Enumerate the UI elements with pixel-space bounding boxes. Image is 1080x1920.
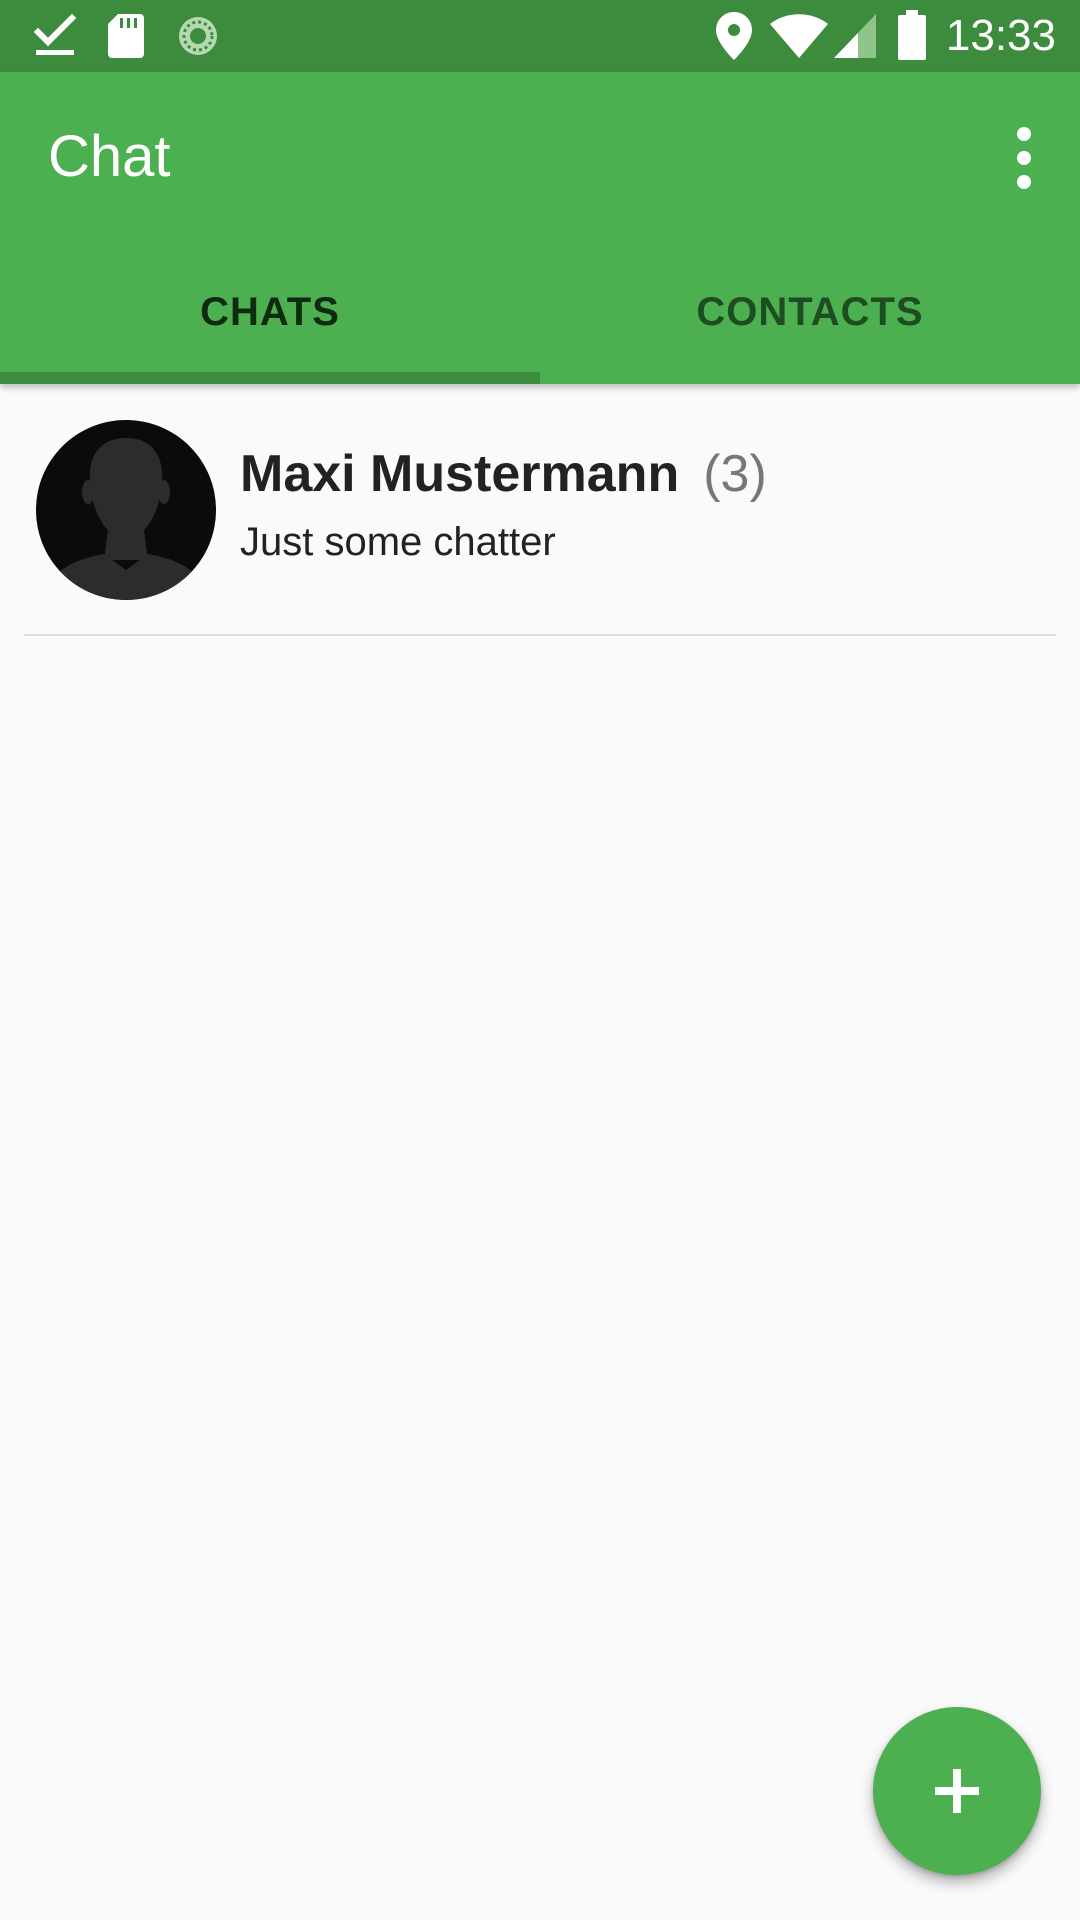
wifi-icon (770, 14, 828, 58)
more-vert-icon (1017, 127, 1031, 189)
screen: 13:33 Chat CHATS CONTACTS Maxi Musterman… (0, 0, 1080, 1920)
location-icon (716, 12, 752, 60)
unread-count: (3) (703, 445, 767, 503)
status-bar: 13:33 (0, 0, 1080, 72)
tab-contacts[interactable]: CONTACTS (540, 240, 1080, 384)
battery-icon (898, 10, 926, 60)
tab-chats-label: CHATS (200, 289, 340, 334)
app-title: Chat (48, 124, 171, 189)
status-time: 13:33 (945, 11, 1056, 60)
tab-chats[interactable]: CHATS (0, 240, 540, 384)
chat-list-item[interactable]: Maxi Mustermann (3) Just some chatter (0, 384, 1080, 636)
person-silhouette-icon (36, 420, 216, 600)
chat-list: Maxi Mustermann (3) Just some chatter (0, 384, 1080, 636)
tab-indicator (0, 372, 540, 384)
sd-card-icon (108, 14, 144, 58)
tab-contacts-label: CONTACTS (696, 289, 924, 334)
new-chat-fab[interactable] (873, 1707, 1041, 1875)
sync-progress-icon (179, 17, 217, 55)
divider (24, 634, 1056, 636)
tab-bar: CHATS CONTACTS (0, 240, 1080, 384)
cell-signal-icon (834, 14, 876, 58)
app-bar: Chat CHATS CONTACTS (0, 72, 1080, 384)
overflow-menu-button[interactable] (992, 116, 1056, 200)
download-done-icon (34, 14, 77, 55)
avatar (36, 420, 216, 600)
plus-icon (935, 1769, 979, 1813)
chat-contact-name: Maxi Mustermann (240, 445, 680, 503)
chat-title-row: Maxi Mustermann (3) (240, 440, 767, 508)
chat-last-message: Just some chatter (240, 520, 556, 564)
